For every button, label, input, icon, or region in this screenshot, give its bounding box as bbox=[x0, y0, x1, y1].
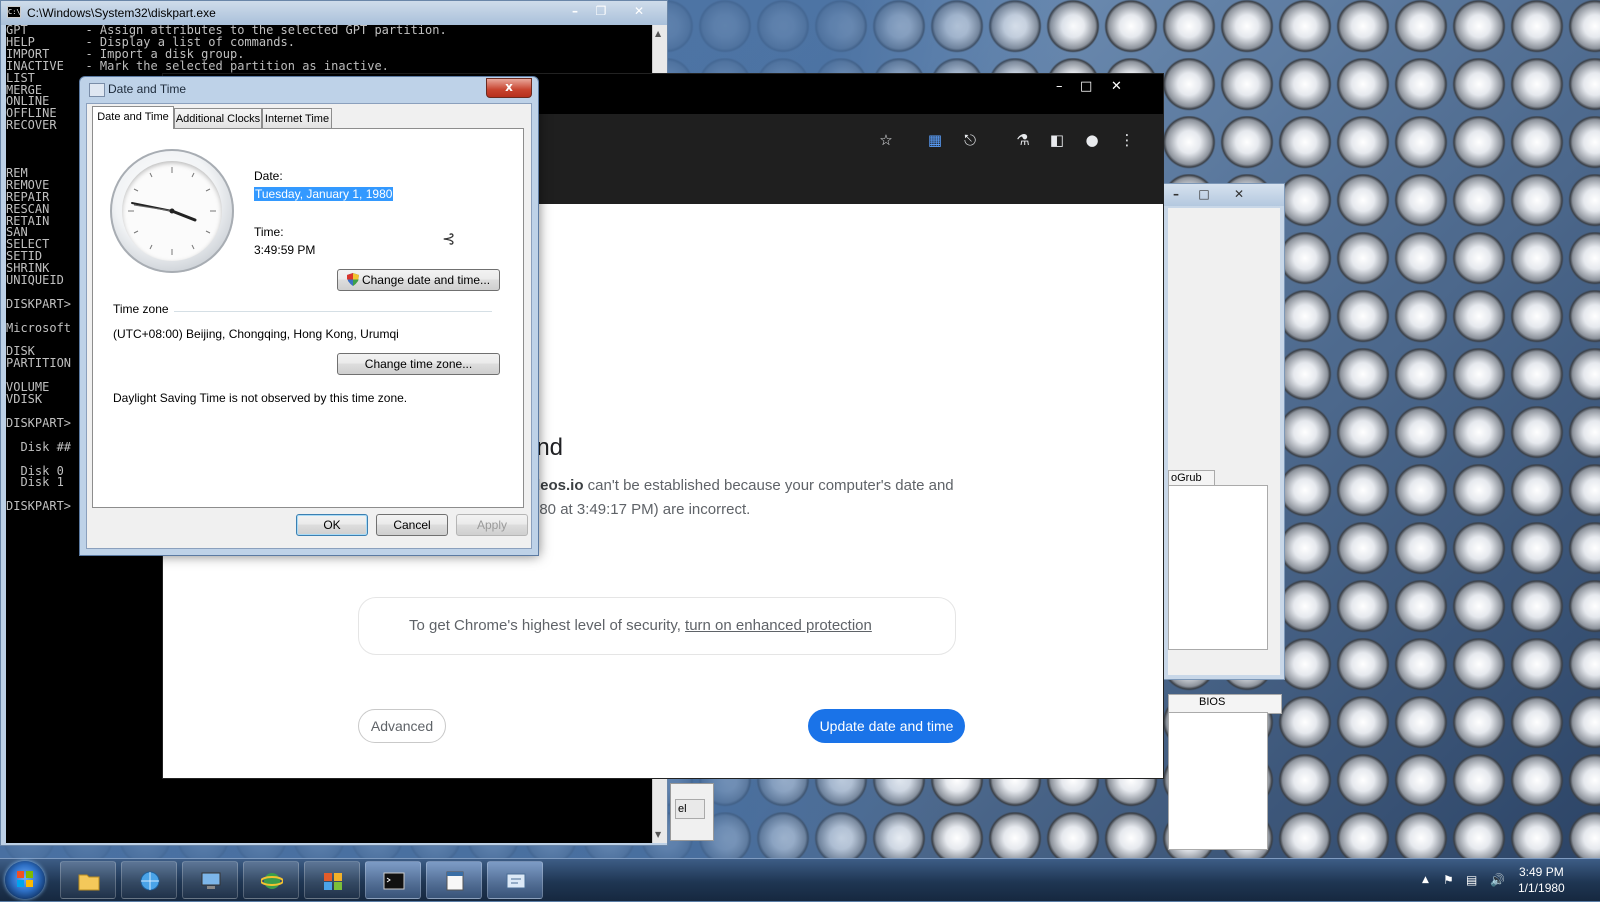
clock-time: 3:49 PM bbox=[1519, 865, 1564, 879]
bg-panel-2 bbox=[1168, 712, 1268, 850]
action-center-flag-icon[interactable]: ⚑ bbox=[1443, 873, 1454, 887]
office-icon bbox=[324, 873, 342, 890]
time-zone-value: (UTC+08:00) Beijing, Chongqing, Hong Kon… bbox=[113, 327, 399, 341]
tab-additional-clocks[interactable]: Additional Clocks bbox=[174, 108, 262, 128]
profile-avatar-icon[interactable]: ● bbox=[1082, 130, 1102, 150]
bg-tab-bios[interactable]: BIOS bbox=[1199, 696, 1225, 708]
document-icon bbox=[446, 871, 464, 891]
bg-minimize-button[interactable]: – bbox=[1164, 185, 1188, 203]
change-date-time-button[interactable]: Change date and time... bbox=[337, 269, 500, 291]
chrome-close-button[interactable]: ✕ bbox=[1111, 79, 1122, 94]
taskbar-clock[interactable]: 3:49 PM 1/1/1980 bbox=[1518, 864, 1565, 896]
globe-icon bbox=[140, 871, 160, 891]
computer-icon bbox=[201, 872, 221, 889]
side-panel-icon[interactable]: ◧ bbox=[1047, 130, 1067, 150]
chrome-maximize-button[interactable]: □ bbox=[1080, 79, 1092, 94]
bg-panel bbox=[1168, 485, 1268, 650]
group-divider bbox=[174, 311, 492, 312]
dialog-client: Date and Time Additional Clocks Internet… bbox=[86, 103, 532, 549]
advanced-button[interactable]: Advanced bbox=[358, 709, 446, 743]
cmd-restore-button[interactable]: ❐ bbox=[589, 2, 613, 20]
bookmark-star-icon[interactable]: ☆ bbox=[876, 130, 896, 150]
background-window-body: oGrub BIOS bbox=[1168, 208, 1282, 850]
date-value[interactable]: Tuesday, January 1, 1980 bbox=[254, 187, 394, 201]
tab-internet-time[interactable]: Internet Time bbox=[262, 108, 332, 128]
error-description: deos.io can't be established because you… bbox=[531, 474, 1131, 522]
show-hidden-icons[interactable]: ▲ bbox=[1422, 875, 1429, 885]
bg-tab-grub[interactable]: oGrub bbox=[1168, 470, 1215, 486]
date-time-dialog[interactable]: Date and Time x Date and Time Additional… bbox=[79, 76, 539, 556]
dst-note: Daylight Saving Time is not observed by … bbox=[113, 391, 408, 405]
error-line-1: can't be established because your comput… bbox=[583, 477, 954, 494]
cancel-button[interactable]: Cancel bbox=[376, 514, 448, 536]
extension-app-icon[interactable]: ▦ bbox=[925, 130, 945, 150]
scroll-up-icon[interactable]: ▲ bbox=[655, 29, 661, 38]
dialog-title: Date and Time bbox=[108, 82, 187, 96]
enhanced-protection-promo: To get Chrome's highest level of securit… bbox=[358, 597, 956, 655]
cmd-title: C:\Windows\System32\diskpart.exe bbox=[27, 6, 216, 20]
time-label: Time: bbox=[254, 225, 284, 239]
fragment-button[interactable]: el bbox=[675, 799, 705, 819]
background-window[interactable]: – □ ✕ oGrub BIOS bbox=[1163, 183, 1285, 850]
extensions-puzzle-icon[interactable]: ⎋ bbox=[960, 130, 980, 150]
folder-icon bbox=[78, 874, 100, 891]
clock-face bbox=[122, 161, 222, 261]
analog-clock bbox=[110, 149, 234, 273]
browser-e-icon bbox=[261, 873, 283, 889]
tab-date-and-time[interactable]: Date and Time bbox=[92, 106, 174, 129]
enhanced-protection-link[interactable]: turn on enhanced protection bbox=[685, 617, 872, 634]
cmd-icon bbox=[383, 872, 405, 890]
calendar-icon bbox=[89, 83, 105, 97]
text-cursor-icon: ⊰ bbox=[442, 229, 456, 248]
clock-hands bbox=[128, 167, 216, 255]
scroll-down-icon[interactable]: ▼ bbox=[655, 830, 661, 839]
start-button[interactable] bbox=[5, 861, 45, 899]
chrome-menu-icon[interactable]: ⋮ bbox=[1117, 130, 1137, 150]
dialog-close-button[interactable]: x bbox=[486, 78, 532, 98]
bg-maximize-button[interactable]: □ bbox=[1192, 185, 1216, 203]
taskbar-network[interactable] bbox=[121, 861, 177, 899]
cmd-close-button[interactable]: ✕ bbox=[617, 2, 661, 20]
date-time-tab-panel: Date: Tuesday, January 1, 1980 Time: 3:4… bbox=[92, 128, 524, 508]
cmd-minimize-button[interactable]: – bbox=[563, 2, 587, 20]
error-line-2: 980 at 3:49:17 PM) are incorrect. bbox=[531, 501, 751, 518]
date-label: Date: bbox=[254, 169, 283, 183]
dialog-titlebar[interactable]: Date and Time x bbox=[80, 77, 538, 103]
taskbar-notepad[interactable] bbox=[426, 861, 482, 899]
time-zone-group-label: Time zone bbox=[113, 302, 169, 316]
bg-close-button[interactable]: ✕ bbox=[1224, 185, 1254, 203]
promo-text: To get Chrome's highest level of securit… bbox=[409, 617, 686, 634]
cmd-titlebar[interactable]: C:\ C:\Windows\System32\diskpart.exe – ❐… bbox=[1, 1, 667, 25]
clock-date: 1/1/1980 bbox=[1518, 881, 1565, 895]
windows-logo-icon bbox=[17, 871, 33, 887]
time-value: 3:49:59 PM bbox=[254, 243, 316, 257]
taskbar-cmd[interactable] bbox=[365, 861, 421, 899]
cmd-window-icon: C:\ bbox=[7, 6, 21, 18]
chrome-minimize-button[interactable]: – bbox=[1056, 79, 1063, 94]
console-line: INACTIVE - Mark the selected partition a… bbox=[6, 58, 389, 73]
taskbar-control-panel[interactable] bbox=[487, 861, 543, 899]
uac-shield-icon bbox=[346, 273, 359, 286]
labs-flask-icon[interactable]: ⚗ bbox=[1013, 130, 1033, 150]
update-date-time-button[interactable]: Update date and time bbox=[808, 709, 965, 743]
taskbar-file-explorer[interactable] bbox=[60, 861, 116, 899]
taskbar-computer[interactable] bbox=[182, 861, 238, 899]
taskbar-browser[interactable] bbox=[243, 861, 299, 899]
taskbar: ▲ ⚑ ▤ 🔊 3:49 PM 1/1/1980 bbox=[0, 858, 1600, 901]
ok-button[interactable]: OK bbox=[296, 514, 368, 536]
volume-icon[interactable]: 🔊 bbox=[1490, 873, 1505, 887]
change-time-zone-button[interactable]: Change time zone... bbox=[337, 353, 500, 375]
apply-button[interactable]: Apply bbox=[456, 514, 528, 536]
change-date-time-label: Change date and time... bbox=[361, 273, 491, 287]
settings-window-icon bbox=[506, 873, 526, 889]
bg-tab-strip[interactable]: BIOS bbox=[1168, 694, 1282, 714]
background-window-titlebar[interactable]: – □ ✕ bbox=[1164, 184, 1284, 206]
taskbar-office[interactable] bbox=[304, 861, 360, 899]
hidden-dialog-fragment: el bbox=[670, 783, 714, 841]
network-icon[interactable]: ▤ bbox=[1466, 873, 1477, 887]
